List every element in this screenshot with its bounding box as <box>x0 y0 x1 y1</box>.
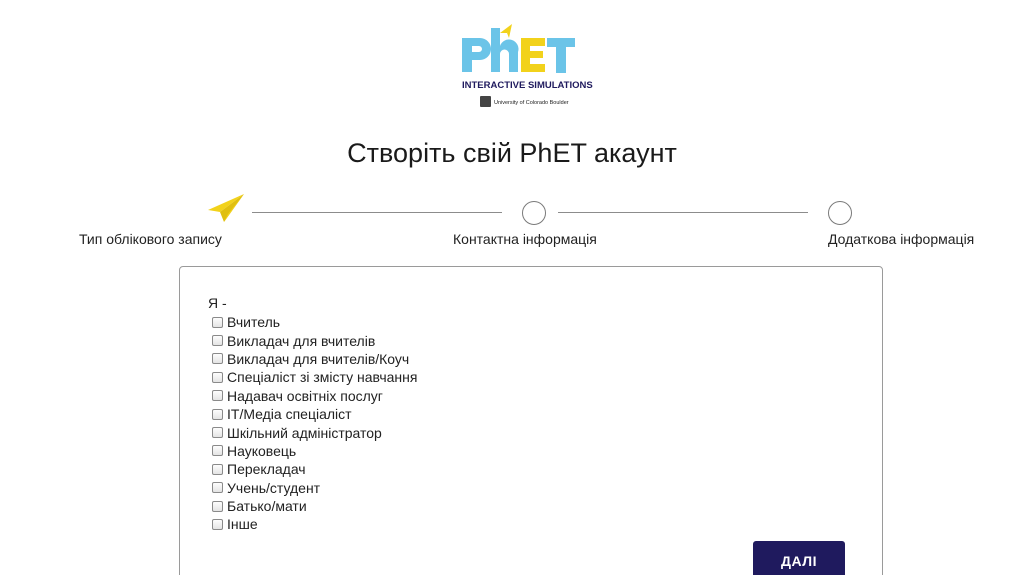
checkbox[interactable] <box>212 371 223 383</box>
checkbox[interactable] <box>212 335 223 347</box>
paper-plane-icon <box>208 194 244 222</box>
checkbox[interactable] <box>212 427 223 439</box>
role-label: Учень/студент <box>227 479 321 496</box>
step-connector <box>558 212 808 213</box>
role-label: IT/Медіа спеціаліст <box>227 406 352 423</box>
role-label: Науковець <box>227 442 297 459</box>
role-option-researcher[interactable]: Науковець <box>212 442 417 460</box>
role-option-teacher-coach[interactable]: Викладач для вчителів/Коуч <box>212 350 417 368</box>
role-label: Викладач для вчителів/Коуч <box>227 350 410 367</box>
step-3-indicator <box>828 201 852 225</box>
checkbox[interactable] <box>212 518 223 530</box>
role-label: Інше <box>227 516 258 533</box>
role-label: Батько/мати <box>227 498 307 515</box>
account-type-form: Я - Вчитель Викладач для вчителів Виклад… <box>179 266 883 575</box>
role-label: Шкільний адміністратор <box>227 424 382 441</box>
checkbox[interactable] <box>212 408 223 420</box>
role-heading: Я - <box>208 295 227 311</box>
progress-stepper: Тип облікового запису Контактна інформац… <box>0 192 1024 252</box>
step-label-additional-info: Додаткова інформація <box>828 231 975 247</box>
role-label: Перекладач <box>227 461 306 478</box>
logo-tagline: INTERACTIVE SIMULATIONS <box>462 80 593 91</box>
logo-university: University of Colorado Boulder <box>494 100 569 106</box>
role-option-teacher[interactable]: Вчитель <box>212 313 417 331</box>
step-connector <box>252 212 502 213</box>
phet-logo-mark: INTERACTIVE SIMULATIONS University of Co… <box>462 24 593 107</box>
role-label: Викладач для вчителів <box>227 332 376 349</box>
checkbox[interactable] <box>212 463 223 475</box>
role-label: Спеціаліст зі змісту навчання <box>227 369 418 386</box>
role-option-curriculum-specialist[interactable]: Спеціаліст зі змісту навчання <box>212 368 417 386</box>
role-option-teacher-educator[interactable]: Викладач для вчителів <box>212 331 417 349</box>
checkbox[interactable] <box>212 316 223 328</box>
checkbox[interactable] <box>212 390 223 402</box>
role-option-student[interactable]: Учень/студент <box>212 479 417 497</box>
step-2-indicator <box>522 201 546 225</box>
checkbox[interactable] <box>212 500 223 512</box>
role-option-translator[interactable]: Перекладач <box>212 460 417 478</box>
role-label: Вчитель <box>227 314 281 331</box>
role-checkbox-list: Вчитель Викладач для вчителів Викладач д… <box>212 313 417 534</box>
step-label-account-type: Тип облікового запису <box>79 231 222 247</box>
checkbox[interactable] <box>212 445 223 457</box>
role-option-it-media-specialist[interactable]: IT/Медіа спеціаліст <box>212 405 417 423</box>
page-title: Створіть свій PhET акаунт <box>347 138 677 168</box>
role-option-parent[interactable]: Батько/мати <box>212 497 417 515</box>
role-option-education-provider[interactable]: Надавач освітніх послуг <box>212 387 417 405</box>
next-button[interactable]: ДАЛІ <box>753 541 845 575</box>
phet-logo: INTERACTIVE SIMULATIONS University of Co… <box>460 24 610 116</box>
checkbox[interactable] <box>212 353 223 365</box>
role-option-school-administrator[interactable]: Шкільний адміністратор <box>212 423 417 441</box>
checkbox[interactable] <box>212 482 223 494</box>
role-label: Надавач освітніх послуг <box>227 387 383 404</box>
role-option-other[interactable]: Інше <box>212 515 417 533</box>
step-label-contact-info: Контактна інформація <box>453 231 597 247</box>
